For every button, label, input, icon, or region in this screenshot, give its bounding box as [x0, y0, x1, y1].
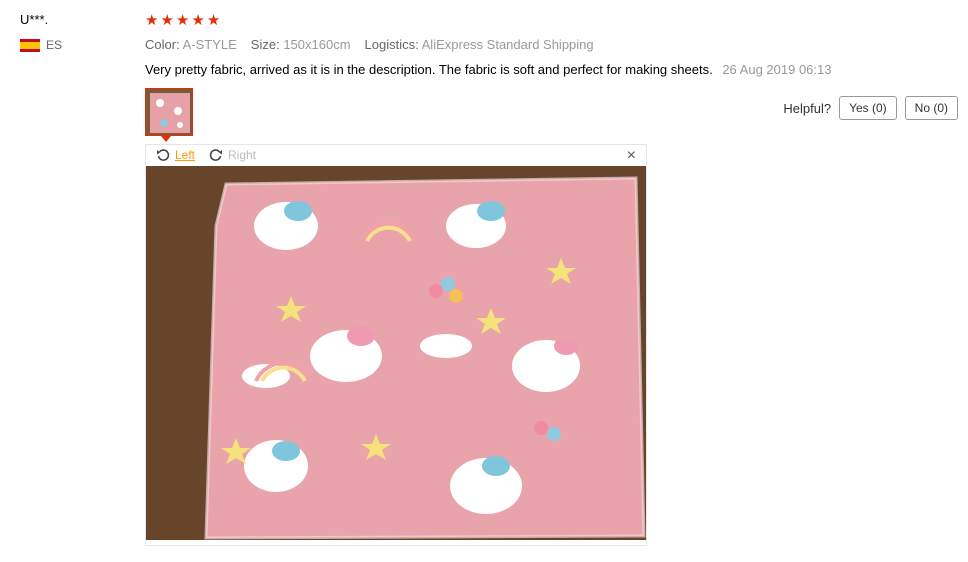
- rotate-right-button[interactable]: Right: [209, 148, 256, 162]
- star-icon: ★: [206, 12, 221, 29]
- star-icon: ★: [175, 12, 190, 29]
- order-specs: Color: A-STYLE Size: 150x160cm Logistics…: [145, 37, 594, 52]
- star-rating: ★ ★ ★ ★ ★: [145, 12, 220, 30]
- photo-viewer: Left Right ×: [145, 144, 647, 546]
- review-photo-large: [146, 166, 646, 540]
- review-photo-thumbnail[interactable]: [145, 88, 193, 136]
- helpful-yes-button[interactable]: Yes (0): [839, 96, 897, 120]
- rotate-left-button[interactable]: Left: [156, 148, 195, 162]
- spec-size: Size: 150x160cm: [250, 37, 351, 52]
- star-icon: ★: [191, 12, 205, 29]
- rotate-left-icon: [157, 149, 170, 161]
- helpful-controls: Helpful? Yes (0) No (0): [783, 96, 958, 120]
- helpful-no-button[interactable]: No (0): [904, 96, 958, 120]
- thumbnail-selected-indicator: [161, 136, 171, 142]
- helpful-label: Helpful?: [783, 100, 832, 116]
- spain-flag-icon: [20, 38, 40, 52]
- reviewer-country: ES: [20, 38, 62, 52]
- close-icon[interactable]: ×: [627, 147, 636, 165]
- spec-logistics: Logistics: AliExpress Standard Shipping: [364, 37, 594, 52]
- star-icon: ★: [145, 12, 159, 29]
- rotate-right-icon: [209, 149, 223, 161]
- star-icon: ★: [160, 12, 174, 29]
- reviewer-name: U***.: [20, 12, 49, 27]
- rotate-right-label[interactable]: Right: [228, 148, 256, 162]
- rotate-left-label[interactable]: Left: [175, 148, 195, 162]
- review-text-row: Very pretty fabric, arrived as it is in …: [145, 62, 831, 77]
- review-date: 26 Aug 2019 06:13: [722, 62, 832, 77]
- review-text: Very pretty fabric, arrived as it is in …: [145, 62, 713, 77]
- spec-color: Color: A-STYLE: [145, 37, 237, 52]
- country-code: ES: [46, 38, 63, 52]
- viewer-toolbar: Left Right: [156, 148, 256, 162]
